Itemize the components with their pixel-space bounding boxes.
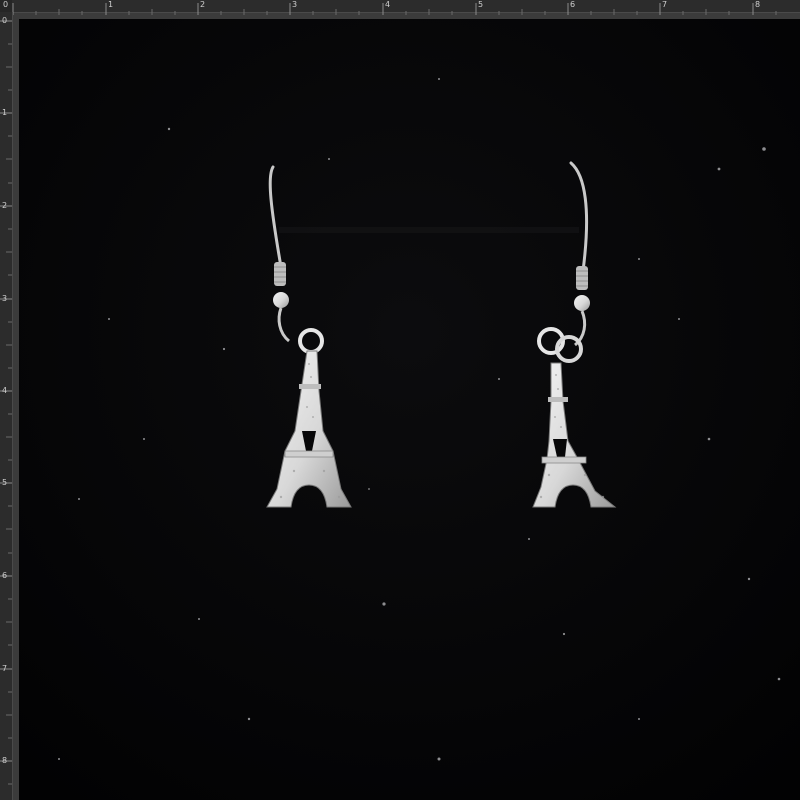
ruler-top-label: 1 [108,0,114,9]
ruler-top-label: 4 [385,0,391,9]
ruler-left-label: 1 [2,108,8,117]
ruler-top-ticks [12,3,777,15]
ruler-top: 0 1 2 3 4 5 6 7 8 [3,0,800,15]
velvet-fold [279,227,579,233]
ruler-left: 0 1 2 3 4 5 6 7 8 [0,12,13,800]
ruler-top-label: 8 [755,0,761,9]
velvet-background [19,19,800,800]
ruler-left-label: 7 [2,664,8,673]
ruler-left-ticks [0,20,12,785]
ruler-top-label: 5 [478,0,484,9]
earrings-illustration [19,19,800,800]
image-canvas: 0 1 2 3 4 5 6 7 8 0 1 2 3 4 5 6 7 8 [0,0,800,800]
ruler-top-label: 6 [570,0,576,9]
ruler-left-label: 0 [2,16,8,25]
ruler-top-label: 0 [3,0,9,9]
ruler-left-label: 4 [2,386,8,395]
photo-earrings [19,19,800,800]
ruler-left-label: 3 [2,294,8,303]
ruler-top-label: 7 [662,0,668,9]
ruler-left-label: 6 [2,571,8,580]
ruler-left-label: 8 [2,756,8,765]
ruler-top-label: 3 [292,0,298,9]
ruler-top-label: 2 [200,0,206,9]
ruler-left-label: 5 [2,478,8,487]
ruler-left-label: 2 [2,201,8,210]
